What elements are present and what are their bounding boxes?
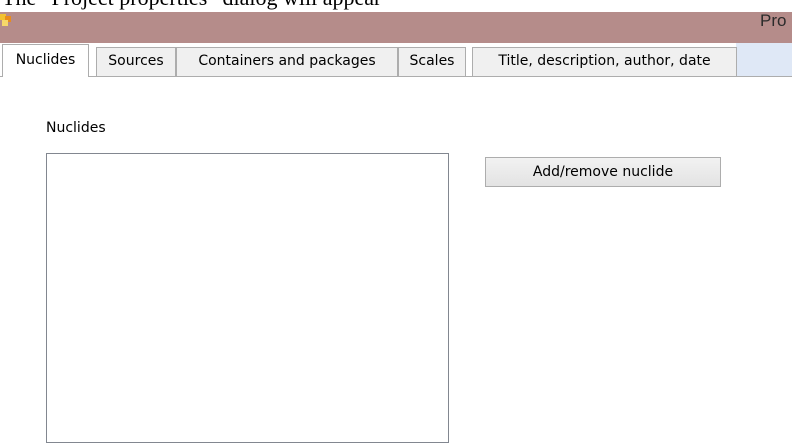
document-caption: The “Project properties” dialog will app… bbox=[0, 0, 792, 12]
tab-title-description-author-date[interactable]: Title, description, author, date bbox=[472, 47, 737, 76]
nuclide-list-box[interactable] bbox=[46, 153, 449, 443]
nuclides-section-label: Nuclides bbox=[46, 120, 106, 136]
tab-scales[interactable]: Scales bbox=[398, 47, 466, 76]
window-title-bar[interactable] bbox=[0, 12, 792, 43]
tab-containers-and-packages[interactable]: Containers and packages bbox=[176, 47, 398, 76]
caption-text: The “Project properties” dialog will app… bbox=[2, 0, 381, 10]
application-icon[interactable] bbox=[0, 14, 11, 26]
add-remove-nuclide-button[interactable]: Add/remove nuclide bbox=[485, 157, 721, 187]
window-title: Pro bbox=[760, 11, 787, 30]
tab-nuclides[interactable]: Nuclides bbox=[2, 44, 89, 77]
tab-sources[interactable]: Sources bbox=[96, 47, 176, 76]
tab-strip-background bbox=[736, 43, 792, 76]
